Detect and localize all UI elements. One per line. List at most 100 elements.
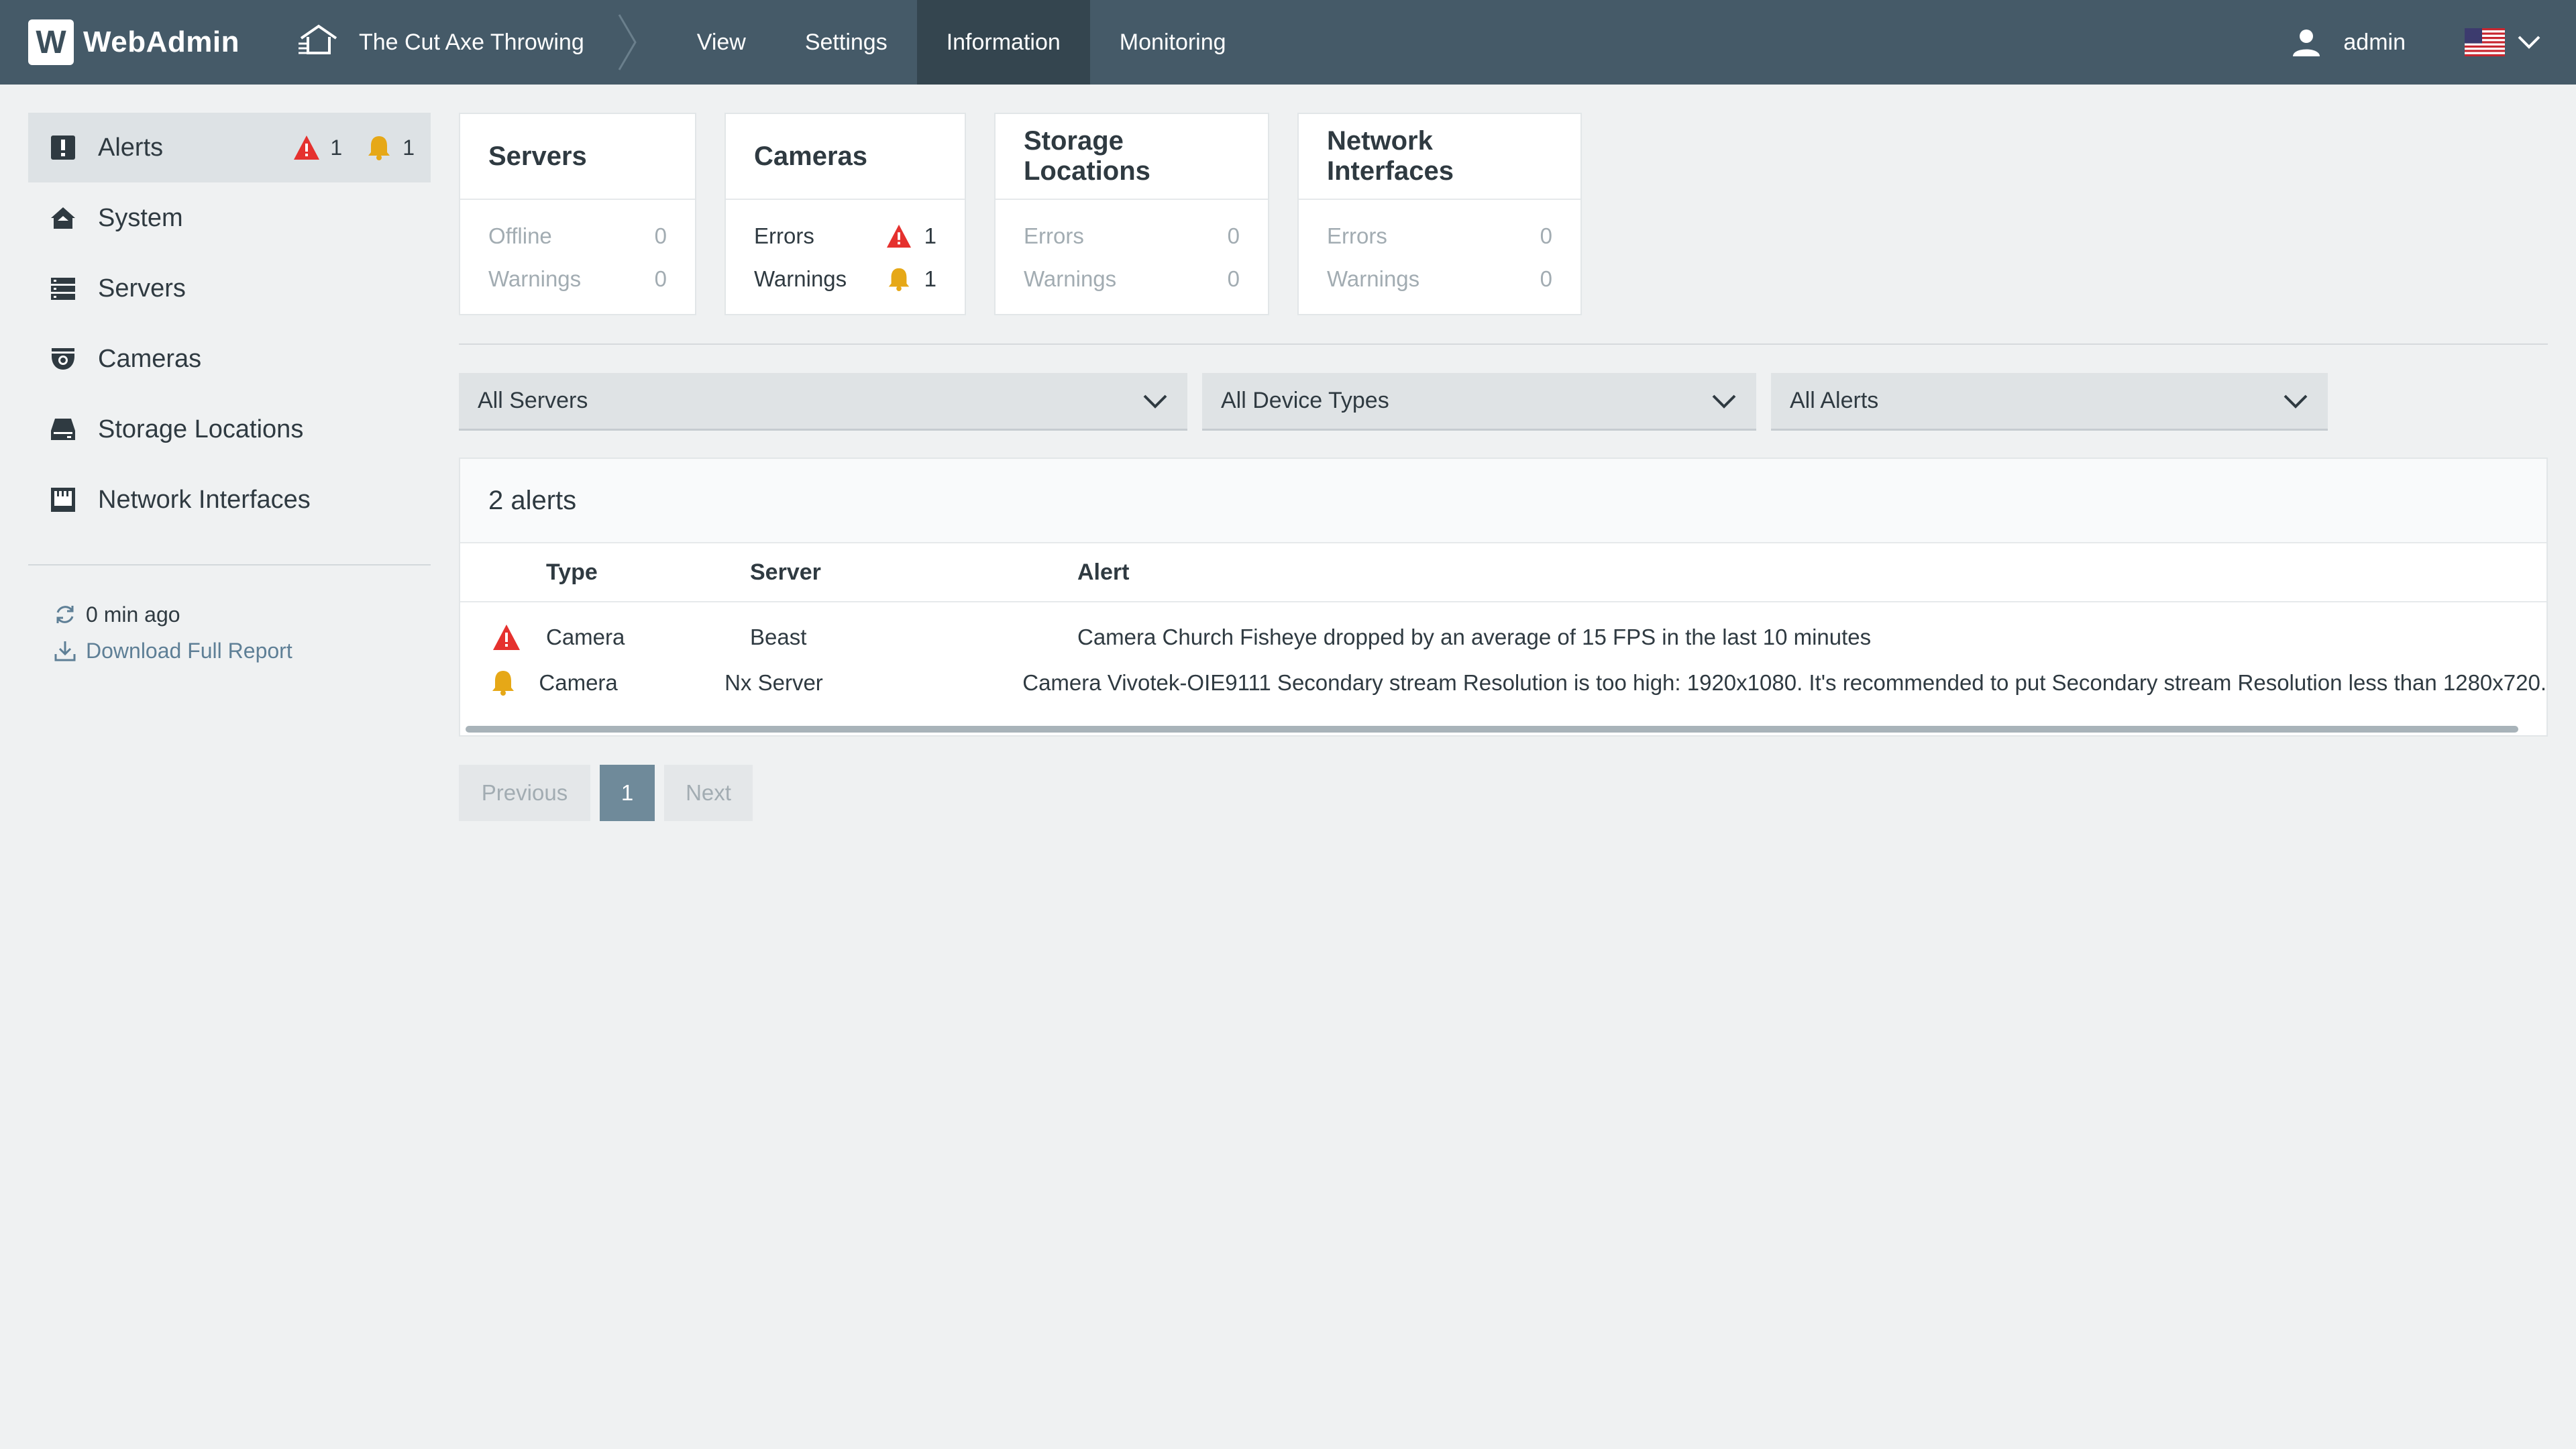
cameras-card[interactable]: Cameras Errors 1 Warnings 1 (724, 113, 966, 315)
sidebar-item-storage-locations[interactable]: Storage Locations (28, 394, 431, 464)
column-header-alert[interactable]: Alert (1077, 559, 2546, 586)
row-value: 0 (654, 223, 667, 248)
error-triangle-icon (886, 224, 911, 248)
sidebar-item-label: Servers (98, 274, 186, 303)
app-name: WebAdmin (83, 25, 239, 58)
content-divider (459, 343, 2548, 345)
servers-card[interactable]: Servers Offline 0 Warnings 0 (459, 113, 696, 315)
system-link[interactable]: The Cut Axe Throwing (298, 23, 584, 61)
cell-type: Camera (539, 670, 618, 695)
user-icon[interactable] (2291, 27, 2322, 58)
server-filter-value: All Servers (478, 388, 588, 413)
horizontal-scrollbar[interactable] (466, 726, 2518, 733)
sidebar-item-label: Storage Locations (98, 415, 304, 443)
nav-view[interactable]: View (667, 0, 775, 85)
warning-bell-icon (368, 136, 390, 160)
row-value: 0 (1540, 223, 1552, 248)
row-label: Warnings (754, 266, 847, 291)
sidebar-item-network-interfaces[interactable]: Network Interfaces (28, 465, 431, 535)
row-value: 0 (654, 266, 667, 291)
chevron-down-icon (2284, 394, 2308, 409)
sidebar-footer: 0 min ago Download Full Report (28, 596, 431, 669)
user-name[interactable]: admin (2343, 30, 2406, 56)
main-nav: View Settings Information Monitoring (667, 0, 1256, 85)
card-row: Warnings 0 (1327, 258, 1552, 301)
previous-page-button[interactable]: Previous (459, 765, 590, 821)
cell-server: Beast (750, 625, 807, 649)
nav-monitoring[interactable]: Monitoring (1090, 0, 1256, 85)
download-report-link[interactable]: Download Full Report (54, 633, 431, 669)
server-filter-select[interactable]: All Servers (459, 373, 1187, 431)
card-title: Network Interfaces (1299, 114, 1580, 200)
row-value: 0 (1227, 266, 1240, 291)
refresh-status[interactable]: 0 min ago (54, 596, 431, 633)
card-row: Warnings 1 (754, 258, 936, 301)
table-row[interactable]: Camera Nx Server Camera Vivotek-OIE9111 … (460, 660, 2546, 706)
refresh-icon (56, 606, 74, 623)
alerts-panel: 2 alerts Type Server Alert Camera Beast … (459, 458, 2548, 737)
device-type-filter-select[interactable]: All Device Types (1202, 373, 1756, 431)
device-type-filter-value: All Device Types (1221, 388, 1389, 413)
error-count: 1 (924, 223, 936, 248)
card-title: Cameras (726, 114, 965, 200)
sidebar-item-label: System (98, 203, 183, 232)
row-label: Offline (488, 223, 552, 248)
network-interfaces-card[interactable]: Network Interfaces Errors 0 Warnings 0 (1297, 113, 1582, 315)
row-label: Errors (754, 223, 814, 248)
sidebar: Alerts 1 1 System Servers Cameras Storag… (28, 113, 431, 669)
next-page-button[interactable]: Next (664, 765, 753, 821)
card-title: Servers (460, 114, 695, 200)
pagination: Previous 1 Next (459, 765, 762, 821)
table-body: Camera Beast Camera Church Fisheye dropp… (460, 602, 2546, 706)
row-label: Warnings (1327, 266, 1420, 291)
sidebar-item-label: Network Interfaces (98, 485, 311, 514)
card-row: Errors 0 (1327, 215, 1552, 258)
sidebar-item-alerts[interactable]: Alerts 1 1 (28, 113, 431, 182)
row-label: Warnings (1024, 266, 1117, 291)
row-label: Errors (1024, 223, 1084, 248)
alert-type-filter-select[interactable]: All Alerts (1771, 373, 2328, 431)
alert-type-filter-value: All Alerts (1790, 388, 1879, 413)
sidebar-item-system[interactable]: System (28, 183, 431, 253)
card-row: Offline 0 (488, 215, 667, 258)
top-bar: W WebAdmin The Cut Axe Throwing View Set… (0, 0, 2576, 85)
nav-settings[interactable]: Settings (775, 0, 917, 85)
column-header-server[interactable]: Server (750, 559, 1077, 586)
card-row: Warnings 0 (1024, 258, 1240, 301)
sidebar-item-servers[interactable]: Servers (28, 254, 431, 323)
logo-mark: W (28, 19, 74, 65)
language-chevron-down-icon[interactable] (2517, 34, 2541, 50)
sidebar-divider (28, 564, 431, 566)
table-row[interactable]: Camera Beast Camera Church Fisheye dropp… (460, 614, 2546, 660)
alerts-count: 2 alerts (460, 459, 2546, 543)
home-icon (48, 203, 78, 233)
error-count: 1 (330, 135, 343, 160)
us-flag-icon[interactable] (2465, 28, 2505, 56)
refresh-time: 0 min ago (86, 602, 180, 627)
warning-bell-icon (888, 268, 909, 292)
page-button-current[interactable]: 1 (600, 765, 655, 821)
error-triangle-icon (294, 136, 320, 160)
filter-bar: All Servers All Device Types All Alerts (459, 373, 2343, 431)
storage-locations-card[interactable]: Storage Locations Errors 0 Warnings 0 (994, 113, 1269, 315)
download-icon (54, 641, 76, 661)
server-icon (48, 274, 78, 303)
sidebar-item-cameras[interactable]: Cameras (28, 324, 431, 394)
card-row: Warnings 0 (488, 258, 667, 301)
column-header-type[interactable]: Type (546, 559, 750, 586)
top-right: admin (2291, 27, 2541, 58)
card-title: Storage Locations (996, 114, 1268, 200)
chevron-down-icon (1712, 394, 1736, 409)
chevron-down-icon (1143, 394, 1167, 409)
cell-alert: Camera Vivotek-OIE9111 Secondary stream … (1022, 670, 2546, 695)
card-row: Errors 0 (1024, 215, 1240, 258)
row-label: Warnings (488, 266, 582, 291)
row-value: 0 (1227, 223, 1240, 248)
row-value: 0 (1540, 266, 1552, 291)
card-row: Errors 1 (754, 215, 936, 258)
nav-information[interactable]: Information (916, 0, 1090, 85)
warning-count: 1 (924, 266, 936, 291)
row-value: 1 (885, 266, 936, 292)
app-logo[interactable]: W WebAdmin (28, 19, 239, 65)
sidebar-item-label: Cameras (98, 344, 202, 373)
